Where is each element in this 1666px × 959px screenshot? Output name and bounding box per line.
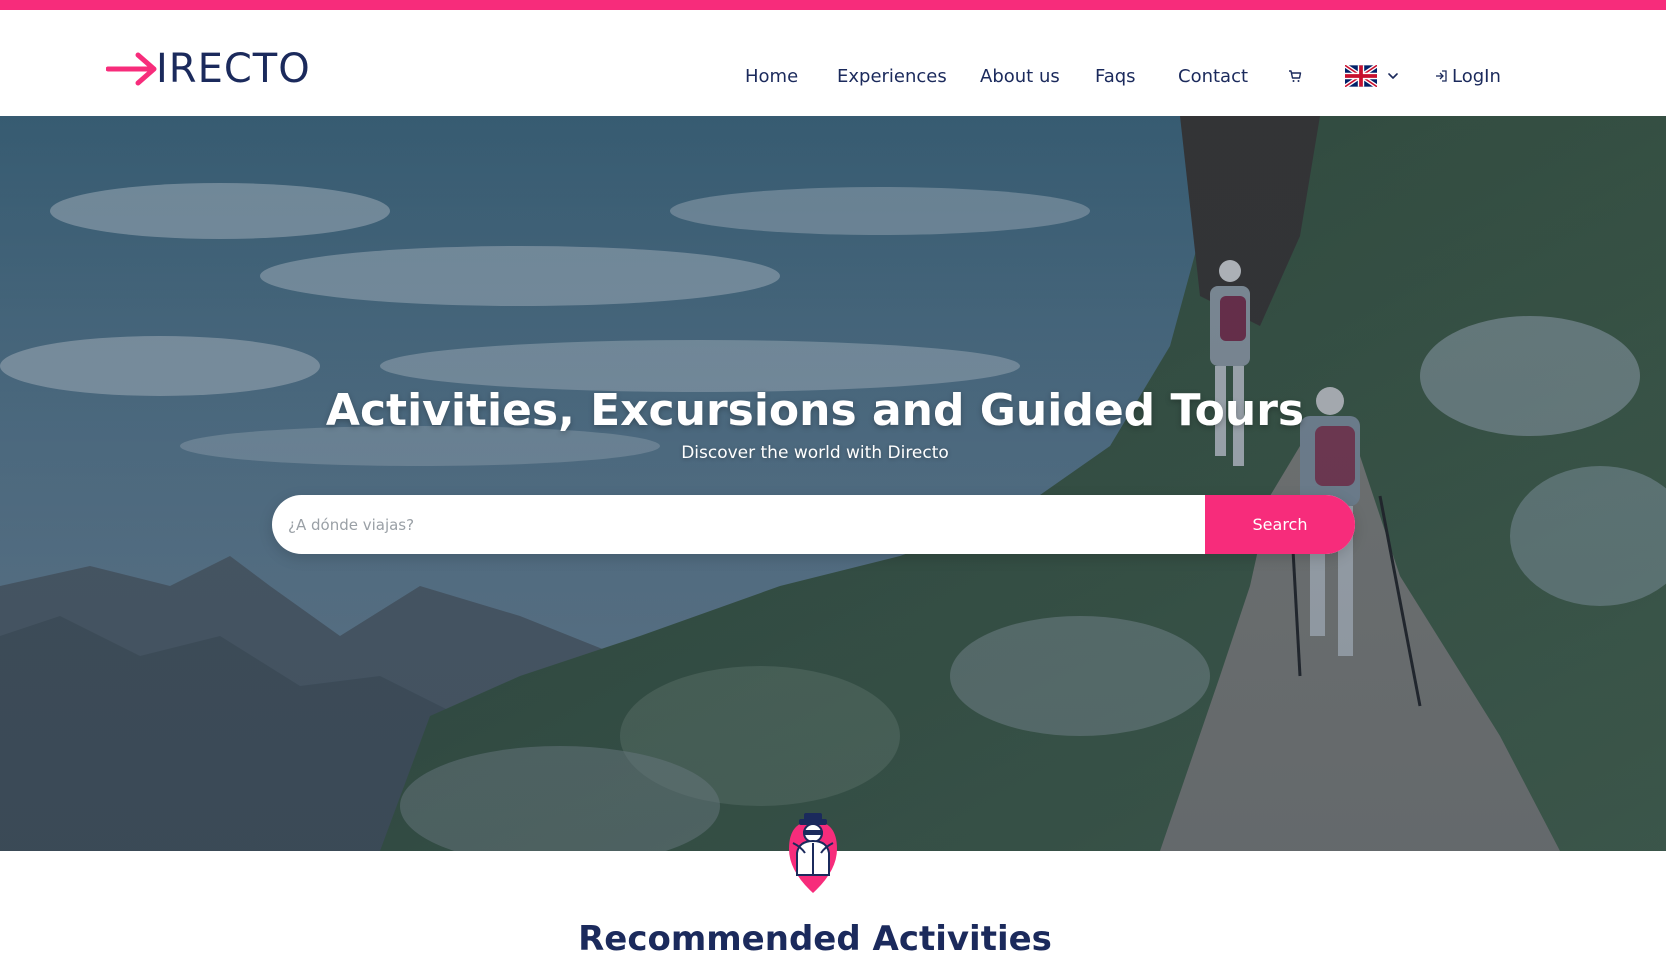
hero-title: Activities, Excursions and Guided Tours bbox=[325, 385, 1305, 437]
cart-icon bbox=[1289, 70, 1302, 82]
hero-background-image bbox=[0, 116, 1666, 851]
hero-subtitle: Discover the world with Directo bbox=[681, 443, 949, 463]
nav-faqs[interactable]: Faqs bbox=[1095, 60, 1136, 92]
login-label: LogIn bbox=[1452, 65, 1501, 87]
site-header: IRECTO Home Experiences About us Faqs Co… bbox=[0, 10, 1666, 116]
hero-section: Activities, Excursions and Guided Tours … bbox=[0, 116, 1666, 851]
nav-home[interactable]: Home bbox=[745, 60, 798, 92]
search-bar: Search bbox=[272, 495, 1355, 554]
uk-flag-icon bbox=[1345, 65, 1377, 87]
language-selector[interactable] bbox=[1345, 60, 1399, 92]
login-link[interactable]: LogIn bbox=[1434, 60, 1501, 92]
main-nav: Home Experiences About us Faqs Contact L… bbox=[0, 60, 1666, 92]
nav-contact[interactable]: Contact bbox=[1178, 60, 1248, 92]
search-button[interactable]: Search bbox=[1205, 495, 1355, 554]
search-input[interactable] bbox=[272, 495, 1205, 554]
login-icon bbox=[1436, 70, 1447, 82]
cart-button[interactable] bbox=[1287, 60, 1303, 92]
recommended-activities-title: Recommended Activities bbox=[578, 919, 1052, 959]
top-accent-strip bbox=[0, 0, 1666, 10]
chevron-down-icon bbox=[1388, 73, 1398, 79]
explorer-mascot-icon bbox=[789, 813, 837, 893]
nav-about-us[interactable]: About us bbox=[980, 60, 1060, 92]
nav-experiences[interactable]: Experiences bbox=[837, 60, 947, 92]
